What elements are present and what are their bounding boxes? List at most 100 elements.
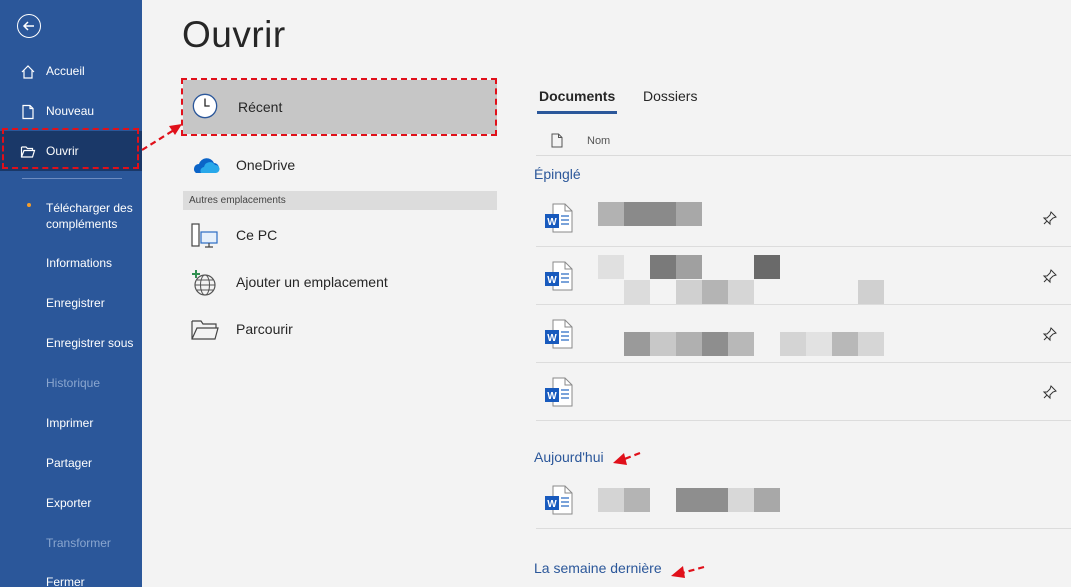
redacted-filename (624, 332, 650, 356)
redacted-filename (806, 332, 832, 356)
back-button[interactable] (17, 14, 41, 38)
sidebar-item-transformer: Transformer (0, 523, 142, 563)
sidebar-item-imprimer[interactable]: Imprimer (0, 403, 142, 443)
redacted-filename (676, 202, 702, 226)
page-title: Ouvrir (182, 14, 286, 55)
sidebar-item-label: Nouveau (46, 104, 95, 118)
sidebar-item-exporter[interactable]: Exporter (0, 483, 142, 523)
redacted-filename (728, 332, 754, 356)
word-document-icon: W (545, 377, 573, 407)
sidebar-item-label: Enregistrer sous (46, 336, 134, 350)
redacted-filename (676, 332, 702, 356)
folder-icon (191, 320, 219, 340)
pin-icon[interactable] (1042, 268, 1058, 284)
redacted-filename (780, 332, 806, 356)
sidebar-item-fermer[interactable]: Fermer (0, 562, 142, 587)
location-this-pc[interactable]: Ce PC (183, 212, 497, 258)
redacted-filename (650, 332, 676, 356)
redacted-filename (832, 332, 858, 356)
redacted-filename (702, 280, 728, 304)
sidebar-item-accueil[interactable]: Accueil (0, 51, 142, 91)
sidebar-item-label: Transformer (46, 536, 111, 550)
redacted-filename (858, 332, 884, 356)
location-label: Parcourir (236, 321, 293, 337)
redacted-filename (598, 255, 624, 279)
word-document-icon: W (545, 319, 573, 349)
sidebar-item-label-line1: Télécharger des (46, 201, 133, 215)
annotation-highlight-ouvrir (2, 128, 139, 169)
redacted-filename (624, 202, 676, 226)
sidebar-item-label: Enregistrer (46, 296, 105, 310)
location-label: Ajouter un emplacement (236, 274, 388, 290)
sidebar-item-historique: Historique (0, 363, 142, 403)
group-header-pinned: Épinglé (534, 166, 581, 182)
svg-text:W: W (547, 217, 557, 228)
word-document-icon: W (545, 203, 573, 233)
backstage-sidebar: Accueil Nouveau Ouvrir Télécharger des c… (0, 0, 142, 587)
back-arrow-icon (22, 21, 34, 31)
redacted-filename (754, 255, 780, 279)
file-row[interactable]: W (536, 306, 1071, 363)
group-header-last-week: La semaine dernière (534, 560, 662, 576)
redacted-filename (676, 488, 728, 512)
section-header-other-places: Autres emplacements (183, 191, 497, 210)
redacted-filename (598, 202, 624, 226)
sidebar-item-label: Télécharger des compléments (46, 200, 133, 232)
file-list-header: Nom (536, 126, 1071, 156)
redacted-filename (676, 280, 702, 304)
svg-text:W: W (547, 333, 557, 344)
redacted-filename (598, 488, 624, 512)
svg-text:W: W (547, 275, 557, 286)
location-onedrive[interactable]: OneDrive (183, 142, 497, 188)
pin-icon[interactable] (1042, 326, 1058, 342)
annotation-highlight-recent (181, 78, 497, 136)
file-type-icon (551, 133, 563, 148)
redacted-filename (728, 488, 754, 512)
tab-dossiers[interactable]: Dossiers (643, 88, 697, 104)
sidebar-item-label: Historique (46, 376, 101, 390)
sidebar-item-nouveau[interactable]: Nouveau (0, 91, 142, 131)
column-name-header[interactable]: Nom (587, 135, 610, 147)
redacted-filename (624, 280, 650, 304)
word-document-icon: W (545, 261, 573, 291)
sidebar-item-label-line2: compléments (46, 217, 118, 231)
redacted-filename (702, 332, 728, 356)
file-row[interactable]: W (536, 472, 1071, 529)
sidebar-item-label: Informations (46, 256, 113, 270)
annotation-arrow-icon (671, 565, 705, 578)
sidebar-item-enregistrer-sous[interactable]: Enregistrer sous (0, 323, 142, 363)
add-globe-icon (192, 270, 216, 296)
svg-text:W: W (547, 391, 557, 402)
annotation-arrow-icon (613, 451, 641, 465)
tab-active-indicator (537, 111, 617, 114)
sidebar-divider (22, 178, 122, 179)
group-header-today: Aujourd'hui (534, 449, 604, 465)
word-document-icon: W (545, 485, 573, 515)
sidebar-item-label: Fermer (46, 575, 85, 587)
location-label: OneDrive (236, 157, 296, 173)
sidebar-item-label: Imprimer (46, 416, 94, 430)
sidebar-item-enregistrer[interactable]: Enregistrer (0, 283, 142, 323)
redacted-filename (650, 255, 676, 279)
redacted-filename (676, 255, 702, 279)
location-add-place[interactable]: Ajouter un emplacement (183, 259, 497, 305)
sidebar-item-telecharger-complements[interactable]: Télécharger des compléments (0, 195, 142, 235)
sidebar-item-partager[interactable]: Partager (0, 443, 142, 483)
location-label: Ce PC (236, 227, 278, 243)
file-row[interactable]: W (536, 248, 1071, 305)
file-row[interactable]: W (536, 190, 1071, 247)
pin-icon[interactable] (1042, 384, 1058, 400)
redacted-filename (754, 488, 780, 512)
sidebar-item-informations[interactable]: Informations (0, 243, 142, 283)
pin-icon[interactable] (1042, 210, 1058, 226)
onedrive-cloud-icon (194, 158, 220, 173)
file-row[interactable]: W (536, 364, 1071, 421)
sidebar-item-label: Partager (46, 456, 93, 470)
location-browse[interactable]: Parcourir (183, 306, 497, 352)
redacted-filename (728, 280, 754, 304)
svg-text:W: W (547, 499, 557, 510)
tab-documents[interactable]: Documents (539, 88, 615, 104)
home-icon (21, 65, 35, 79)
computer-icon (191, 223, 218, 248)
sidebar-item-label: Exporter (46, 496, 92, 510)
